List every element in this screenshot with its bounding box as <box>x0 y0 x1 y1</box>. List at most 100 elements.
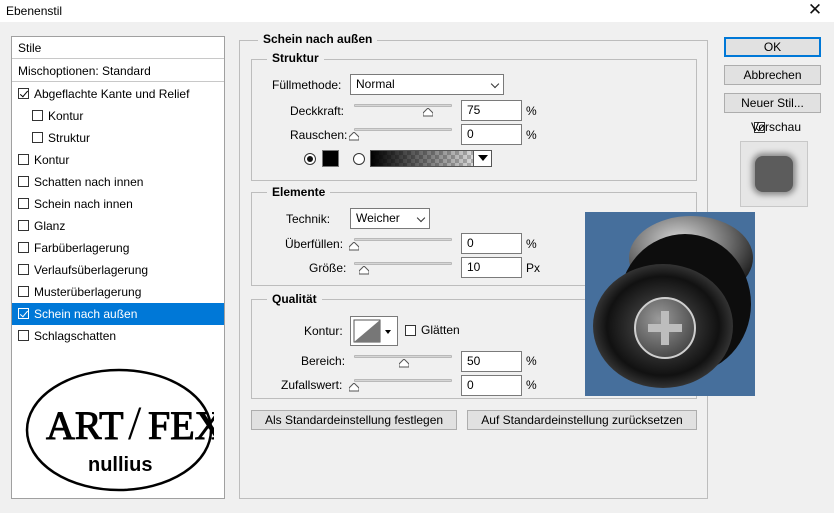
spread-label: Überfüllen: <box>285 237 344 251</box>
opacity-label: Deckkraft: <box>290 104 345 118</box>
jitter-label: Zufallswert: <box>281 378 343 392</box>
range-slider-thumb[interactable] <box>399 359 409 368</box>
styles-header[interactable]: Stile <box>12 37 224 59</box>
preview-button-image <box>585 212 755 396</box>
style-item[interactable]: Abgeflachte Kante und Relief <box>12 83 224 105</box>
style-item-checkbox[interactable] <box>18 330 29 341</box>
range-input[interactable]: 50 <box>461 351 522 372</box>
style-item-checkbox[interactable] <box>18 88 29 99</box>
style-item[interactable]: Kontur <box>12 149 224 171</box>
elemente-legend: Elemente <box>267 185 331 199</box>
technique-value: Weicher <box>356 211 400 225</box>
style-preview-shape <box>755 156 793 192</box>
reset-default-button[interactable]: Auf Standardeinstellung zurücksetzen <box>467 410 697 430</box>
size-label: Größe: <box>309 261 347 275</box>
style-item-checkbox[interactable] <box>18 176 29 187</box>
struktur-legend: Struktur <box>267 51 324 65</box>
style-item[interactable]: Schatten nach innen <box>12 171 224 193</box>
jitter-slider-thumb[interactable] <box>349 383 359 392</box>
blend-mode-select[interactable]: Normal <box>350 74 504 95</box>
blend-mode-label: Füllmethode: <box>272 78 342 92</box>
logo-text-art: ART <box>46 403 124 448</box>
technique-select[interactable]: Weicher <box>350 208 430 229</box>
style-item[interactable]: Farbüberlagerung <box>12 237 224 259</box>
styles-list: Stile Mischoptionen: Standard Abgeflacht… <box>11 36 225 499</box>
panel-title: Schein nach außen <box>258 32 378 46</box>
style-item-checkbox[interactable] <box>18 154 29 165</box>
qualitaet-legend: Qualität <box>267 292 322 306</box>
close-icon[interactable]: ✕ <box>804 0 826 22</box>
style-item-checkbox[interactable] <box>18 308 29 319</box>
jitter-input[interactable]: 0 <box>461 375 522 396</box>
noise-label: Rauschen: <box>290 128 348 142</box>
style-item-label: Schein nach innen <box>34 197 133 211</box>
style-item[interactable]: Schein nach innen <box>12 193 224 215</box>
style-item-checkbox[interactable] <box>32 110 43 121</box>
style-item[interactable]: Kontur <box>12 105 224 127</box>
color-radio[interactable] <box>304 153 316 165</box>
style-item-label: Struktur <box>48 131 91 145</box>
style-item[interactable]: Glanz <box>12 215 224 237</box>
smooth-label: Glätten <box>421 323 460 337</box>
style-item-label: Schlagschatten <box>34 329 117 343</box>
contour-picker[interactable] <box>350 316 398 346</box>
opacity-unit: % <box>526 104 537 118</box>
style-item-label: Farbüberlagerung <box>34 241 130 255</box>
style-item[interactable]: Struktur <box>12 127 224 149</box>
style-item-label: Schein nach außen <box>34 307 138 321</box>
noise-input[interactable]: 0 <box>461 124 522 145</box>
style-item[interactable]: Schein nach außen <box>12 303 224 325</box>
noise-slider-thumb[interactable] <box>349 132 359 141</box>
range-label: Bereich: <box>301 354 346 368</box>
opacity-input[interactable]: 75 <box>461 100 522 121</box>
style-item-label: Musterüberlagerung <box>34 285 142 299</box>
style-item-label: Glanz <box>34 219 66 233</box>
set-default-button[interactable]: Als Standardeinstellung festlegen <box>251 410 457 430</box>
gradient-radio[interactable] <box>353 153 365 165</box>
range-unit: % <box>526 354 537 368</box>
style-item-checkbox[interactable] <box>18 242 29 253</box>
size-slider-thumb[interactable] <box>359 266 369 275</box>
style-preview-thumbnail <box>740 141 808 207</box>
chevron-down-icon <box>416 213 426 223</box>
style-item-label: Abgeflachte Kante und Relief <box>34 87 190 101</box>
size-unit: Px <box>526 261 541 275</box>
logo-text-nullius: nullius <box>88 454 152 476</box>
spread-slider-thumb[interactable] <box>349 242 359 251</box>
style-item-checkbox[interactable] <box>18 286 29 297</box>
gradient-dropdown-icon[interactable] <box>473 151 491 166</box>
noise-unit: % <box>526 128 537 142</box>
size-input[interactable]: 10 <box>461 257 522 278</box>
range-slider[interactable] <box>354 355 452 358</box>
opacity-slider[interactable] <box>354 104 452 107</box>
glow-color-swatch[interactable] <box>322 150 339 167</box>
blend-options-item[interactable]: Mischoptionen: Standard <box>12 60 224 82</box>
logo-text-slash: / <box>128 397 142 450</box>
contour-linear-icon <box>353 319 391 343</box>
style-item-checkbox[interactable] <box>18 220 29 231</box>
glow-gradient-picker[interactable] <box>370 150 492 167</box>
spread-unit: % <box>526 237 537 251</box>
window-title: Ebenenstil <box>6 4 63 18</box>
cancel-button[interactable]: Abbrechen <box>724 65 821 85</box>
ok-button[interactable]: OK <box>724 37 821 57</box>
art-i-fex-logo: ART / FEX nullius <box>25 368 214 492</box>
style-item-checkbox[interactable] <box>18 264 29 275</box>
size-slider[interactable] <box>354 262 452 265</box>
spread-input[interactable]: 0 <box>461 233 522 254</box>
style-item-checkbox[interactable] <box>18 198 29 209</box>
contour-label: Kontur: <box>304 324 343 338</box>
jitter-slider[interactable] <box>354 379 452 382</box>
spread-slider[interactable] <box>354 238 452 241</box>
title-bar: Ebenenstil ✕ <box>0 0 834 22</box>
style-item[interactable]: Schlagschatten <box>12 325 224 347</box>
new-style-button[interactable]: Neuer Stil... <box>724 93 821 113</box>
style-item-checkbox[interactable] <box>32 132 43 143</box>
style-item-label: Kontur <box>48 109 84 123</box>
style-item-label: Kontur <box>34 153 70 167</box>
noise-slider[interactable] <box>354 128 452 131</box>
style-item[interactable]: Verlaufsüberlagerung <box>12 259 224 281</box>
smooth-checkbox[interactable] <box>405 325 416 336</box>
opacity-slider-thumb[interactable] <box>422 108 433 117</box>
style-item[interactable]: Musterüberlagerung <box>12 281 224 303</box>
